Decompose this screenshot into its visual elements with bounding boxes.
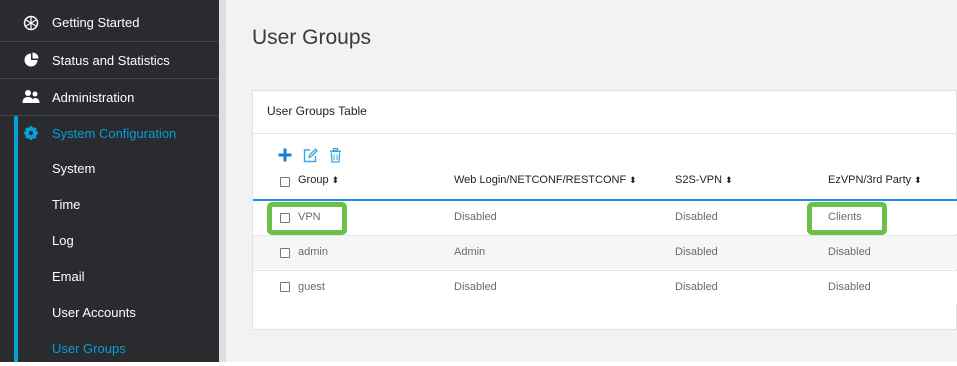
divider	[253, 133, 957, 134]
sidebar-subitem-time[interactable]: Time	[0, 186, 219, 222]
sidebar-item-label: System Configuration	[52, 125, 177, 141]
column-label: Web Login/NETCONF/RESTCONF	[454, 174, 627, 186]
sidebar-item-label: Status and Statistics	[52, 52, 170, 68]
gear-icon	[22, 124, 40, 142]
cell-ezvpn: Disabled	[828, 246, 871, 258]
users-icon	[22, 88, 40, 106]
cell-web-login: Disabled	[454, 281, 497, 293]
sidebar-item-status-statistics[interactable]: Status and Statistics	[0, 42, 219, 79]
page-header: User Groups	[226, 0, 957, 80]
edit-icon[interactable]	[302, 147, 318, 163]
cell-web-login: Disabled	[454, 211, 497, 223]
pie-chart-icon	[22, 51, 40, 69]
globe-icon	[22, 14, 40, 32]
column-header-group[interactable]: Group ⬍	[298, 174, 339, 186]
cell-group: admin	[298, 246, 328, 258]
sidebar-subitem-label: User Groups	[52, 340, 126, 356]
cell-s2s-vpn: Disabled	[675, 246, 718, 258]
user-groups-table-panel: User Groups Table Group ⬍ Web Login/NETCO…	[252, 90, 957, 330]
sidebar-subitem-label: Email	[52, 268, 85, 284]
sort-icon: ⬍	[914, 175, 922, 185]
cell-group: guest	[298, 281, 325, 293]
column-header-ezvpn[interactable]: EzVPN/3rd Party ⬍	[828, 174, 922, 186]
highlight-box-vpn-group	[267, 202, 347, 235]
column-header-web-login[interactable]: Web Login/NETCONF/RESTCONF ⬍	[454, 174, 637, 186]
trash-icon[interactable]	[327, 147, 343, 163]
row-checkbox[interactable]	[280, 248, 290, 258]
sidebar-divider	[219, 0, 226, 362]
sidebar-subitem-label: User Accounts	[52, 304, 136, 320]
sidebar-subitem-email[interactable]: Email	[0, 258, 219, 294]
sidebar: Getting Started Status and Statistics Ad…	[0, 0, 219, 362]
sort-icon: ⬍	[629, 175, 637, 185]
cell-web-login: Admin	[454, 246, 486, 258]
sidebar-subitem-label: System	[52, 160, 96, 176]
table-toolbar	[277, 146, 343, 164]
sidebar-subitem-log[interactable]: Log	[0, 222, 219, 258]
sort-icon: ⬍	[725, 175, 733, 185]
plus-icon[interactable]	[277, 147, 293, 163]
highlight-box-clients	[807, 202, 887, 235]
cell-s2s-vpn: Disabled	[675, 281, 718, 293]
column-label: EzVPN/3rd Party	[828, 174, 912, 186]
main-content: User Groups User Groups Table Group ⬍ Web…	[226, 0, 957, 362]
sidebar-subitem-user-accounts[interactable]: User Accounts	[0, 294, 219, 330]
sort-icon: ⬍	[331, 175, 340, 185]
row-checkbox[interactable]	[280, 282, 290, 292]
sidebar-item-getting-started[interactable]: Getting Started	[0, 4, 219, 42]
column-label: S2S-VPN	[675, 174, 723, 186]
sidebar-subitem-label: Time	[52, 196, 81, 212]
sidebar-item-administration[interactable]: Administration	[0, 79, 219, 116]
column-header-s2s-vpn[interactable]: S2S-VPN ⬍	[675, 174, 733, 186]
cell-ezvpn: Disabled	[828, 281, 871, 293]
cell-s2s-vpn: Disabled	[675, 211, 718, 223]
sidebar-item-label: Getting Started	[52, 15, 140, 30]
column-label: Group	[298, 174, 329, 186]
sidebar-subitem-system[interactable]: System	[0, 150, 219, 186]
sidebar-subitem-label: Log	[52, 232, 74, 248]
sidebar-item-label: Administration	[52, 89, 135, 105]
sidebar-item-system-configuration[interactable]: System Configuration	[0, 116, 219, 150]
page-title: User Groups	[252, 26, 372, 49]
sidebar-subitem-user-groups[interactable]: User Groups	[0, 330, 219, 366]
table-title: User Groups Table	[267, 104, 367, 118]
select-all-checkbox[interactable]	[280, 177, 290, 187]
